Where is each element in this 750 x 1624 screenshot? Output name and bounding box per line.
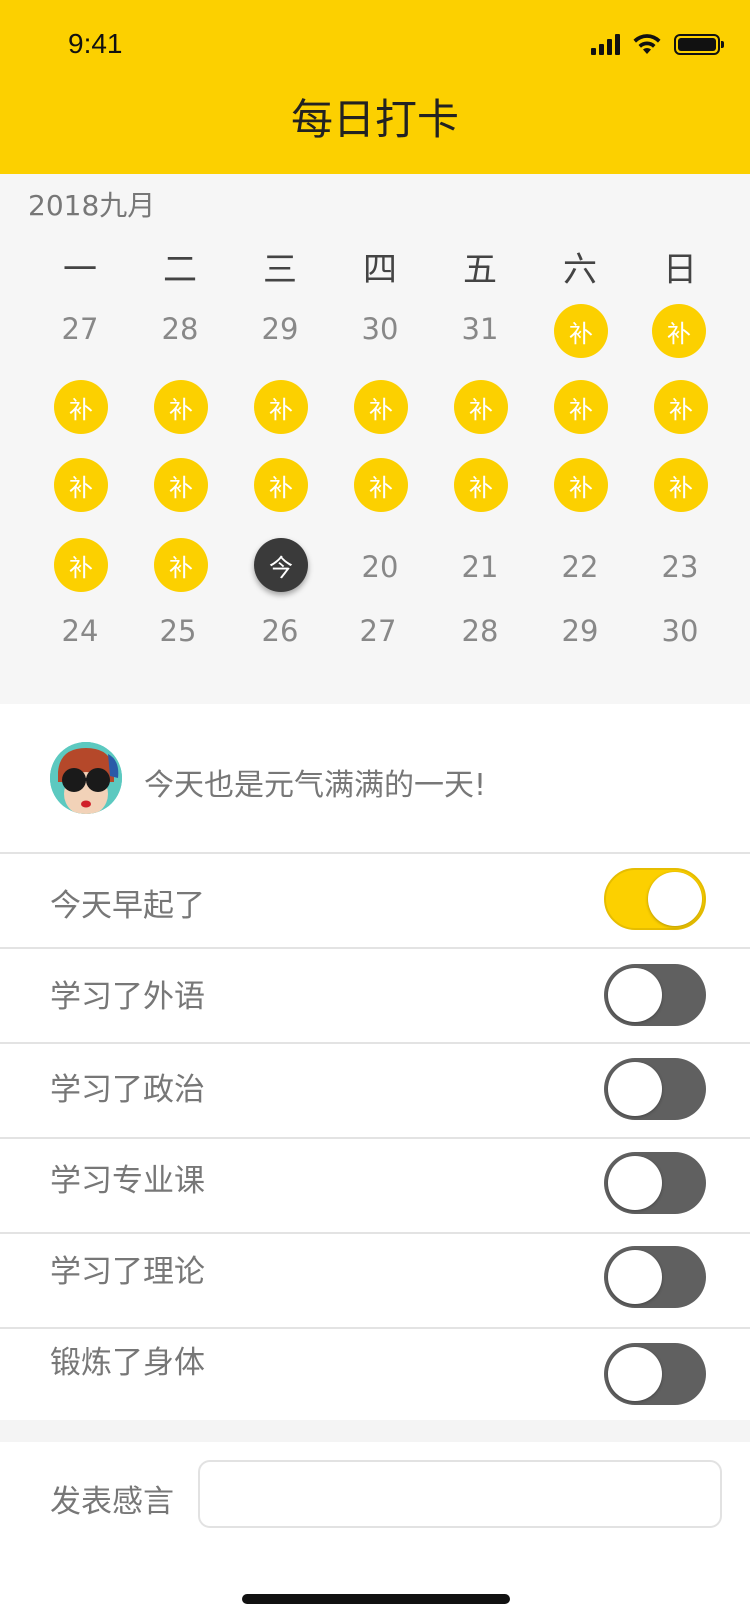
makeup-checkin-badge[interactable]: 补: [354, 458, 408, 512]
weekday-label: 三: [263, 250, 297, 290]
checklist-item-label: 锻炼了身体: [50, 1345, 205, 1381]
checklist-toggle[interactable]: [604, 1058, 706, 1120]
battery-icon: [674, 33, 724, 55]
weekday-label: 四: [363, 250, 397, 290]
calendar-day[interactable]: 30: [330, 312, 430, 346]
toggle-knob: [608, 1250, 662, 1304]
calendar-day[interactable]: 29: [230, 312, 330, 346]
checklist-item-label: 学习了政治: [50, 1072, 205, 1108]
checklist-item: 学习了外语: [0, 949, 750, 1044]
checklist-item: 学习了政治: [0, 1044, 750, 1139]
makeup-checkin-badge[interactable]: 补: [354, 380, 408, 434]
calendar-day[interactable]: 21: [430, 550, 530, 584]
home-indicator[interactable]: [242, 1594, 510, 1604]
checklist-item-label: 学习了理论: [50, 1254, 205, 1290]
checklist-item: 学习专业课: [0, 1139, 750, 1234]
calendar-day[interactable]: 20: [330, 550, 430, 584]
checklist-toggle[interactable]: [604, 868, 706, 930]
avatar-illustration-icon: [50, 742, 122, 814]
calendar-day[interactable]: 28: [430, 614, 530, 648]
cellular-signal-icon: [591, 33, 620, 55]
makeup-checkin-badge[interactable]: 补: [654, 458, 708, 512]
weekday-label: 二: [163, 250, 197, 290]
calendar-day[interactable]: 28: [130, 312, 230, 346]
avatar[interactable]: [50, 742, 122, 814]
calendar-day[interactable]: 25: [128, 614, 228, 648]
checklist-item: 锻炼了身体: [0, 1329, 750, 1424]
checklist-item: 学习了理论: [0, 1234, 750, 1329]
makeup-checkin-badge[interactable]: 补: [454, 380, 508, 434]
remark-input[interactable]: [198, 1460, 722, 1528]
makeup-checkin-badge[interactable]: 补: [654, 380, 708, 434]
makeup-checkin-badge[interactable]: 补: [454, 458, 508, 512]
checklist-item-label: 学习专业课: [50, 1163, 205, 1199]
wifi-icon: [633, 34, 661, 54]
today-marker[interactable]: 今: [254, 538, 308, 592]
toggle-knob: [608, 1156, 662, 1210]
makeup-checkin-badge[interactable]: 补: [54, 458, 108, 512]
checklist-item-label: 学习了外语: [50, 979, 205, 1015]
status-icons: [591, 30, 724, 58]
makeup-checkin-badge[interactable]: 补: [554, 458, 608, 512]
daily-motto: 今天也是元气满满的一天!: [0, 704, 750, 854]
calendar-day[interactable]: 22: [530, 550, 630, 584]
makeup-checkin-badge[interactable]: 补: [554, 380, 608, 434]
checklist-toggle[interactable]: [604, 1343, 706, 1405]
makeup-checkin-badge[interactable]: 补: [254, 380, 308, 434]
makeup-checkin-badge[interactable]: 补: [54, 380, 108, 434]
checklist-toggle[interactable]: [604, 1152, 706, 1214]
page-title: 每日打卡: [290, 95, 459, 144]
weekday-label: 六: [563, 250, 597, 290]
makeup-checkin-badge[interactable]: 补: [652, 304, 706, 358]
makeup-checkin-badge[interactable]: 补: [154, 380, 208, 434]
section-divider: [0, 1420, 750, 1442]
motto-text: 今天也是元气满满的一天!: [144, 768, 487, 803]
calendar-day[interactable]: 24: [30, 614, 130, 648]
toggle-knob: [648, 872, 702, 926]
calendar-day[interactable]: 30: [630, 614, 730, 648]
app-header: 9:41 每日打卡: [0, 0, 750, 174]
calendar-day[interactable]: 27: [30, 312, 130, 346]
toggle-knob: [608, 1062, 662, 1116]
calendar-day[interactable]: 31: [430, 312, 530, 346]
makeup-checkin-badge[interactable]: 补: [154, 538, 208, 592]
calendar-day[interactable]: 29: [530, 614, 630, 648]
weekday-label: 五: [463, 250, 497, 290]
status-time: 9:41: [68, 28, 123, 59]
checklist-toggle[interactable]: [604, 1246, 706, 1308]
toggle-knob: [608, 968, 662, 1022]
makeup-checkin-badge[interactable]: 补: [54, 538, 108, 592]
weekday-label: 一: [63, 250, 97, 290]
calendar-day[interactable]: 23: [630, 550, 730, 584]
checklist-toggle[interactable]: [604, 964, 706, 1026]
checklist-item-label: 今天早起了: [50, 888, 205, 924]
makeup-checkin-badge[interactable]: 补: [254, 458, 308, 512]
toggle-knob: [608, 1347, 662, 1401]
calendar-month-label: 2018九月: [28, 189, 156, 222]
remark-label: 发表感言: [50, 1484, 174, 1520]
calendar: 2018九月 一 二 三 四 五 六 日 27 28 29 30 31 补 补 …: [0, 174, 750, 704]
checklist-item: 今天早起了: [0, 854, 750, 949]
calendar-day[interactable]: 27: [328, 614, 428, 648]
makeup-checkin-badge[interactable]: 补: [154, 458, 208, 512]
calendar-day[interactable]: 26: [230, 614, 330, 648]
weekday-label: 日: [663, 250, 697, 290]
makeup-checkin-badge[interactable]: 补: [554, 304, 608, 358]
